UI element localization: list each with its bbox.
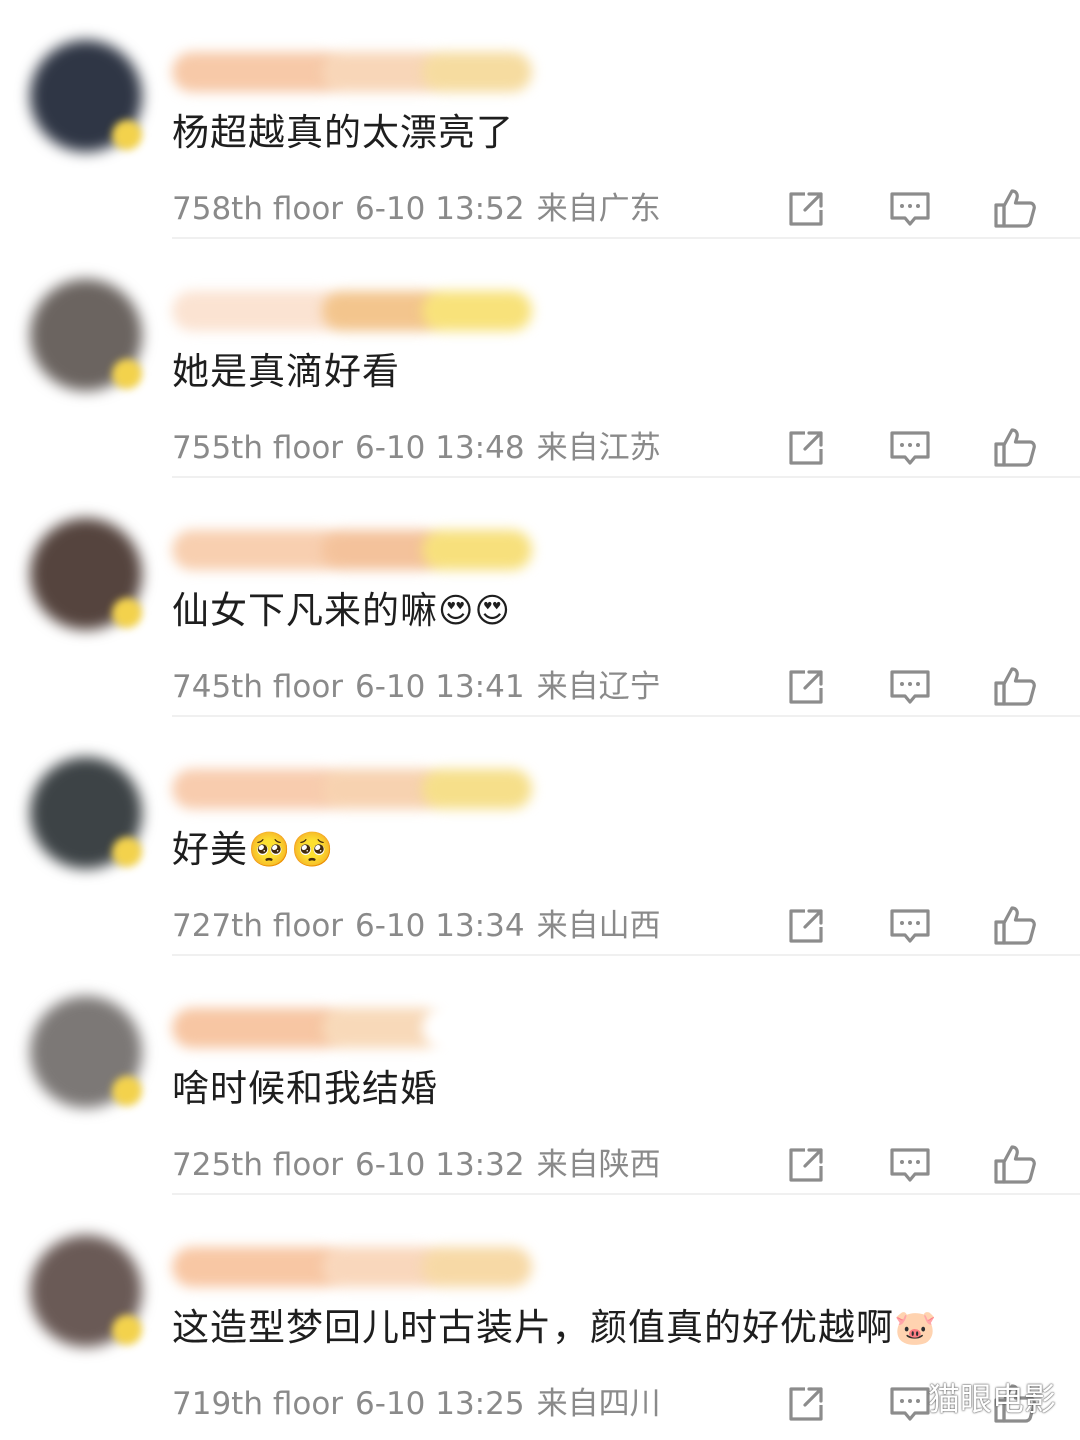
- comment-meta: 745th floor 6-10 13:41 来自辽宁: [172, 662, 661, 712]
- comment-feed: 杨超越真的太漂亮了 758th floor 6-10 13:52 来自广东 她是真滴…: [0, 0, 1080, 1440]
- username-blurred[interactable]: [172, 1247, 532, 1287]
- timestamp: 6-10 13:41: [355, 669, 525, 705]
- like-button[interactable]: [992, 903, 1038, 949]
- comment-text: 她是真滴好看: [172, 347, 400, 397]
- floor-number: 725th floor: [172, 1147, 344, 1183]
- comment-meta: 755th floor 6-10 13:48 来自江苏: [172, 423, 661, 473]
- reply-icon: [890, 431, 930, 465]
- comment-text: 啥时候和我结婚: [172, 1064, 438, 1114]
- username-blurred[interactable]: [172, 530, 532, 570]
- comment-text: 好美🥺🥺: [172, 825, 335, 875]
- timestamp: 6-10 13:25: [355, 1386, 525, 1422]
- share-icon: [789, 1387, 823, 1421]
- comment-meta: 727th floor 6-10 13:34 来自山西: [172, 901, 661, 951]
- location: 来自陕西: [536, 1147, 661, 1183]
- comment-text: 这造型梦回儿时古装片，颜值真的好优越啊🐷: [172, 1303, 937, 1353]
- floor-number: 755th floor: [172, 430, 344, 466]
- comment-text: 仙女下凡来的嘛😍😍: [172, 586, 511, 636]
- comment-text-body: 好美: [172, 828, 248, 871]
- reply-button[interactable]: [887, 425, 933, 471]
- like-button[interactable]: [992, 186, 1038, 232]
- comment-item: 这造型梦回儿时古装片，颜值真的好优越啊🐷 719th floor 6-10 13:…: [0, 1195, 1080, 1434]
- comment-text-body: 这造型梦回儿时古装片，颜值真的好优越啊: [172, 1306, 894, 1349]
- verified-badge-icon: [112, 1076, 142, 1106]
- share-icon: [789, 192, 823, 226]
- timestamp: 6-10 13:52: [355, 191, 525, 227]
- comment-text-body: 啥时候和我结婚: [172, 1067, 438, 1110]
- reply-button[interactable]: [887, 186, 933, 232]
- comment-text-body: 杨超越真的太漂亮了: [172, 111, 514, 154]
- floor-number: 758th floor: [172, 191, 344, 227]
- floor-number: 745th floor: [172, 669, 344, 705]
- reply-button[interactable]: [887, 664, 933, 710]
- thumbs-up-icon: [994, 667, 1036, 706]
- reply-icon: [890, 909, 930, 943]
- location: 来自四川: [536, 1386, 661, 1422]
- verified-badge-icon: [112, 120, 142, 150]
- username-blurred[interactable]: [172, 769, 532, 809]
- like-button[interactable]: [992, 1142, 1038, 1188]
- location: 来自江苏: [536, 430, 661, 466]
- share-icon: [789, 670, 823, 704]
- verified-badge-icon: [112, 1315, 142, 1345]
- share-button[interactable]: [783, 1142, 829, 1188]
- reply-button[interactable]: [887, 1381, 933, 1427]
- floor-number: 719th floor: [172, 1386, 344, 1422]
- reply-icon: [890, 1148, 930, 1182]
- watermark: 猫眼电影: [928, 1380, 1057, 1418]
- comment-item: 啥时候和我结婚 725th floor 6-10 13:32 来自陕西: [0, 956, 1080, 1195]
- verified-badge-icon: [112, 837, 142, 867]
- like-button[interactable]: [992, 664, 1038, 710]
- like-button[interactable]: [992, 425, 1038, 471]
- verified-badge-icon: [112, 598, 142, 628]
- location: 来自辽宁: [536, 669, 661, 705]
- comment-text-body: 仙女下凡来的嘛: [172, 589, 438, 632]
- emoji: 🐷: [894, 1308, 938, 1348]
- reply-icon: [890, 670, 930, 704]
- comment-text-body: 她是真滴好看: [172, 350, 400, 393]
- share-button[interactable]: [783, 664, 829, 710]
- share-icon: [789, 909, 823, 943]
- comment-meta: 725th floor 6-10 13:32 来自陕西: [172, 1140, 661, 1190]
- thumbs-up-icon: [994, 428, 1036, 467]
- share-button[interactable]: [783, 1381, 829, 1427]
- comment-text: 杨超越真的太漂亮了: [172, 108, 514, 158]
- comment-item: 仙女下凡来的嘛😍😍 745th floor 6-10 13:41 来自辽宁: [0, 478, 1080, 717]
- verified-badge-icon: [112, 359, 142, 389]
- comment-item: 她是真滴好看 755th floor 6-10 13:48 来自江苏: [0, 239, 1080, 478]
- reply-icon: [890, 192, 930, 226]
- comment-meta: 758th floor 6-10 13:52 来自广东: [172, 184, 661, 234]
- comment-item: 杨超越真的太漂亮了 758th floor 6-10 13:52 来自广东: [0, 0, 1080, 239]
- share-button[interactable]: [783, 186, 829, 232]
- thumbs-up-icon: [994, 906, 1036, 945]
- floor-number: 727th floor: [172, 908, 344, 944]
- share-icon: [789, 431, 823, 465]
- share-button[interactable]: [783, 903, 829, 949]
- comment-meta: 719th floor 6-10 13:25 来自四川: [172, 1379, 661, 1429]
- reply-button[interactable]: [887, 1142, 933, 1188]
- location: 来自山西: [536, 908, 661, 944]
- timestamp: 6-10 13:48: [355, 430, 525, 466]
- reply-button[interactable]: [887, 903, 933, 949]
- username-blurred[interactable]: [172, 1008, 532, 1048]
- timestamp: 6-10 13:34: [355, 908, 525, 944]
- thumbs-up-icon: [994, 189, 1036, 228]
- emoji: 🥺🥺: [248, 830, 335, 870]
- timestamp: 6-10 13:32: [355, 1147, 525, 1183]
- comment-item: 好美🥺🥺 727th floor 6-10 13:34 来自山西: [0, 717, 1080, 956]
- emoji: 😍😍: [438, 591, 511, 631]
- share-icon: [789, 1148, 823, 1182]
- reply-icon: [890, 1387, 930, 1421]
- username-blurred[interactable]: [172, 52, 532, 92]
- thumbs-up-icon: [994, 1145, 1036, 1184]
- location: 来自广东: [536, 191, 661, 227]
- username-blurred[interactable]: [172, 291, 532, 331]
- share-button[interactable]: [783, 425, 829, 471]
